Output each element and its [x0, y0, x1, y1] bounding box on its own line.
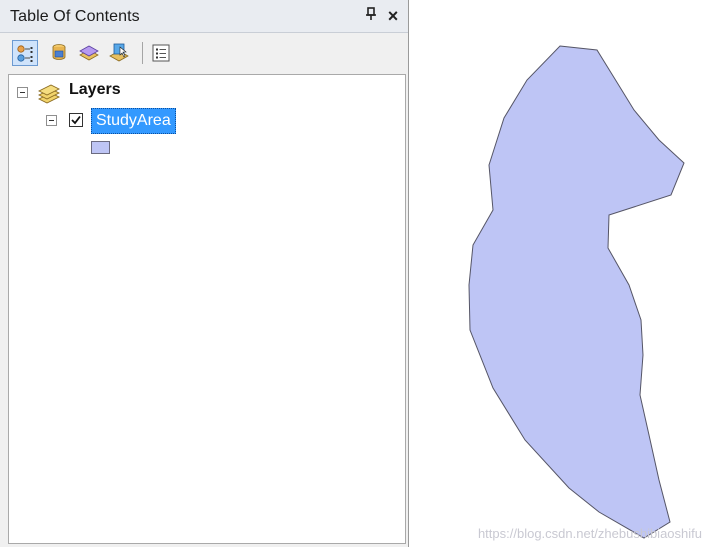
toc-title: Table Of Contents — [10, 8, 140, 25]
toolbar-separator — [142, 42, 143, 64]
toc-title-bar[interactable]: Table Of Contents × — [0, 0, 408, 33]
list-by-visibility-icon[interactable] — [76, 40, 102, 66]
toc-tree: Layers StudyArea — [8, 74, 406, 544]
watermark-text: https://blog.csdn.net/zhebushibiaoshifu — [477, 526, 702, 541]
pin-icon[interactable] — [364, 7, 378, 25]
layers-collapse-icon[interactable] — [17, 87, 28, 98]
list-by-drawing-order-icon[interactable] — [12, 40, 38, 66]
options-icon[interactable] — [148, 40, 174, 66]
studyarea-polygon[interactable] — [468, 45, 685, 539]
table-of-contents-panel: Table Of Contents × Layers StudyArea — [0, 0, 409, 547]
toc-toolbar — [0, 33, 408, 74]
studyarea-visibility-checkbox[interactable] — [69, 113, 83, 127]
studyarea-layer-name[interactable]: StudyArea — [91, 108, 176, 134]
layers-icon — [35, 83, 63, 110]
map-view[interactable]: https://blog.csdn.net/zhebushibiaoshifu — [409, 0, 706, 547]
studyarea-symbol-swatch[interactable] — [91, 141, 110, 154]
studyarea-polygon-canvas — [468, 45, 685, 539]
list-by-source-icon[interactable] — [46, 40, 72, 66]
close-icon[interactable]: × — [385, 6, 401, 26]
list-by-selection-icon[interactable] — [106, 40, 132, 66]
layers-root-label[interactable]: Layers — [69, 81, 121, 99]
arcmap-window: Table Of Contents × Layers StudyArea htt… — [0, 0, 706, 547]
studyarea-collapse-icon[interactable] — [46, 115, 57, 126]
